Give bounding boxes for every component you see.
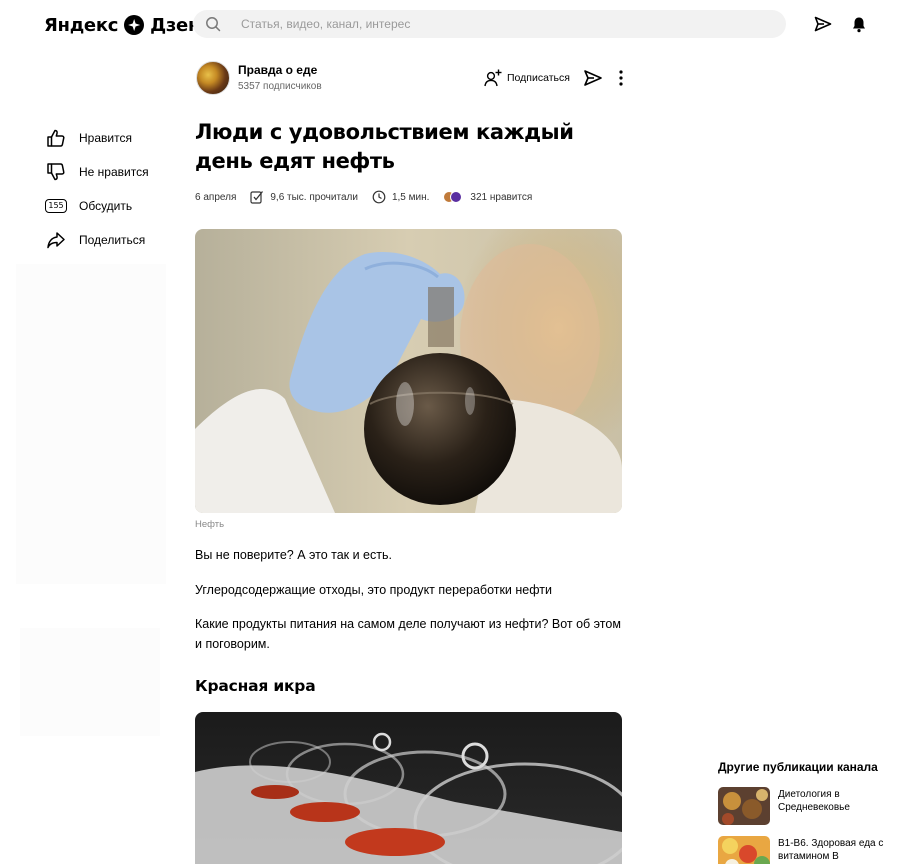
sidebar-placeholder xyxy=(16,264,166,584)
publication-thumbnail xyxy=(718,787,770,825)
zen-star-icon xyxy=(124,15,145,35)
article-subheading: Красная икра xyxy=(195,677,316,695)
bell-icon xyxy=(853,17,865,32)
read-time-text: 1,5 мин. xyxy=(391,191,430,203)
image-caption: Нефть xyxy=(195,519,225,530)
red-caviar-image xyxy=(195,712,622,864)
channel-bar: Правда о еде 5357 подписчиков Подписатьс… xyxy=(195,60,635,96)
reads-text: 9,6 тыс. прочитали xyxy=(270,191,358,203)
publication-item[interactable]: Диетология в Средневековье xyxy=(718,787,893,827)
search-icon[interactable] xyxy=(205,16,221,32)
logo-text-yandex: Яндекс xyxy=(44,14,119,36)
publish-date: 6 апреля xyxy=(195,192,236,203)
comment-count-badge: 155 xyxy=(45,199,67,213)
thumbs-up-icon xyxy=(44,126,68,150)
channel-name[interactable]: Правда о еде xyxy=(238,63,317,77)
yandex-zen-logo[interactable]: Яндекс Дзен xyxy=(44,13,200,37)
liker-avatars xyxy=(443,191,463,203)
search-bar[interactable] xyxy=(193,10,786,38)
add-user-icon xyxy=(484,69,502,87)
share-channel-icon[interactable] xyxy=(583,68,603,88)
share-arrow-icon xyxy=(44,228,68,252)
glass-domes-photo xyxy=(195,712,622,864)
dislike-button[interactable]: Не нравится xyxy=(44,158,174,186)
channel-avatar[interactable] xyxy=(196,61,230,95)
article-title: Люди с удовольствием каждый день едят не… xyxy=(195,120,574,173)
subscribe-label: Подписаться xyxy=(507,72,570,84)
top-header: Яндекс Дзен xyxy=(0,0,900,50)
article-hero-image xyxy=(195,229,622,513)
article-paragraph: Вы не поверите? А это так и есть. xyxy=(195,548,392,562)
comment-count-container: 155 xyxy=(44,194,68,218)
likes-text: 321 нравится xyxy=(470,191,533,203)
like-button[interactable]: Нравится xyxy=(44,124,174,152)
read-time: 1,5 мин. xyxy=(372,190,429,204)
publication-title: Диетология в Средневековье xyxy=(778,789,850,813)
article-paragraph: Углеродсодержащие отходы, это продукт пе… xyxy=(195,583,552,597)
comment-button[interactable]: 155 Обсудить xyxy=(44,192,174,220)
publication-item[interactable]: В1-В6. Здоровая еда с витамином В xyxy=(718,836,893,864)
publication-title: В1-В6. Здоровая еда с витамином В xyxy=(778,838,884,862)
share-button[interactable]: Поделиться xyxy=(44,226,174,254)
dislike-label: Не нравится xyxy=(79,165,149,179)
notifications-button[interactable] xyxy=(849,14,869,34)
more-options-icon[interactable] xyxy=(613,68,629,88)
share-header-button[interactable] xyxy=(813,14,833,34)
subscribe-button[interactable]: Подписаться xyxy=(483,67,570,89)
likes-count[interactable]: 321 нравится xyxy=(443,191,532,203)
like-label: Нравится xyxy=(79,131,132,145)
publish-date-text: 6 апреля xyxy=(195,191,237,203)
comment-label: Обсудить xyxy=(79,199,133,213)
channel-subscribers: 5357 подписчиков xyxy=(238,81,322,92)
checkbox-icon xyxy=(250,191,264,204)
liker-avatar xyxy=(450,191,463,203)
publication-thumbnail xyxy=(718,836,770,864)
clock-icon xyxy=(372,190,386,204)
reads-count: 9,6 тыс. прочитали xyxy=(250,190,358,204)
article-meta: 6 апреля 9,6 тыс. прочитали 1,5 мин. 321… xyxy=(195,190,546,204)
thumbs-down-icon xyxy=(44,160,68,184)
other-publications-title: Другие публикации канала xyxy=(718,760,878,774)
search-input[interactable] xyxy=(241,10,761,38)
oil-flask-photo xyxy=(195,229,622,513)
share-label: Поделиться xyxy=(79,233,146,247)
article-paragraph: Какие продукты питания на самом деле пол… xyxy=(195,617,621,651)
paper-plane-icon xyxy=(814,16,832,32)
sidebar-placeholder-lower xyxy=(20,628,160,736)
